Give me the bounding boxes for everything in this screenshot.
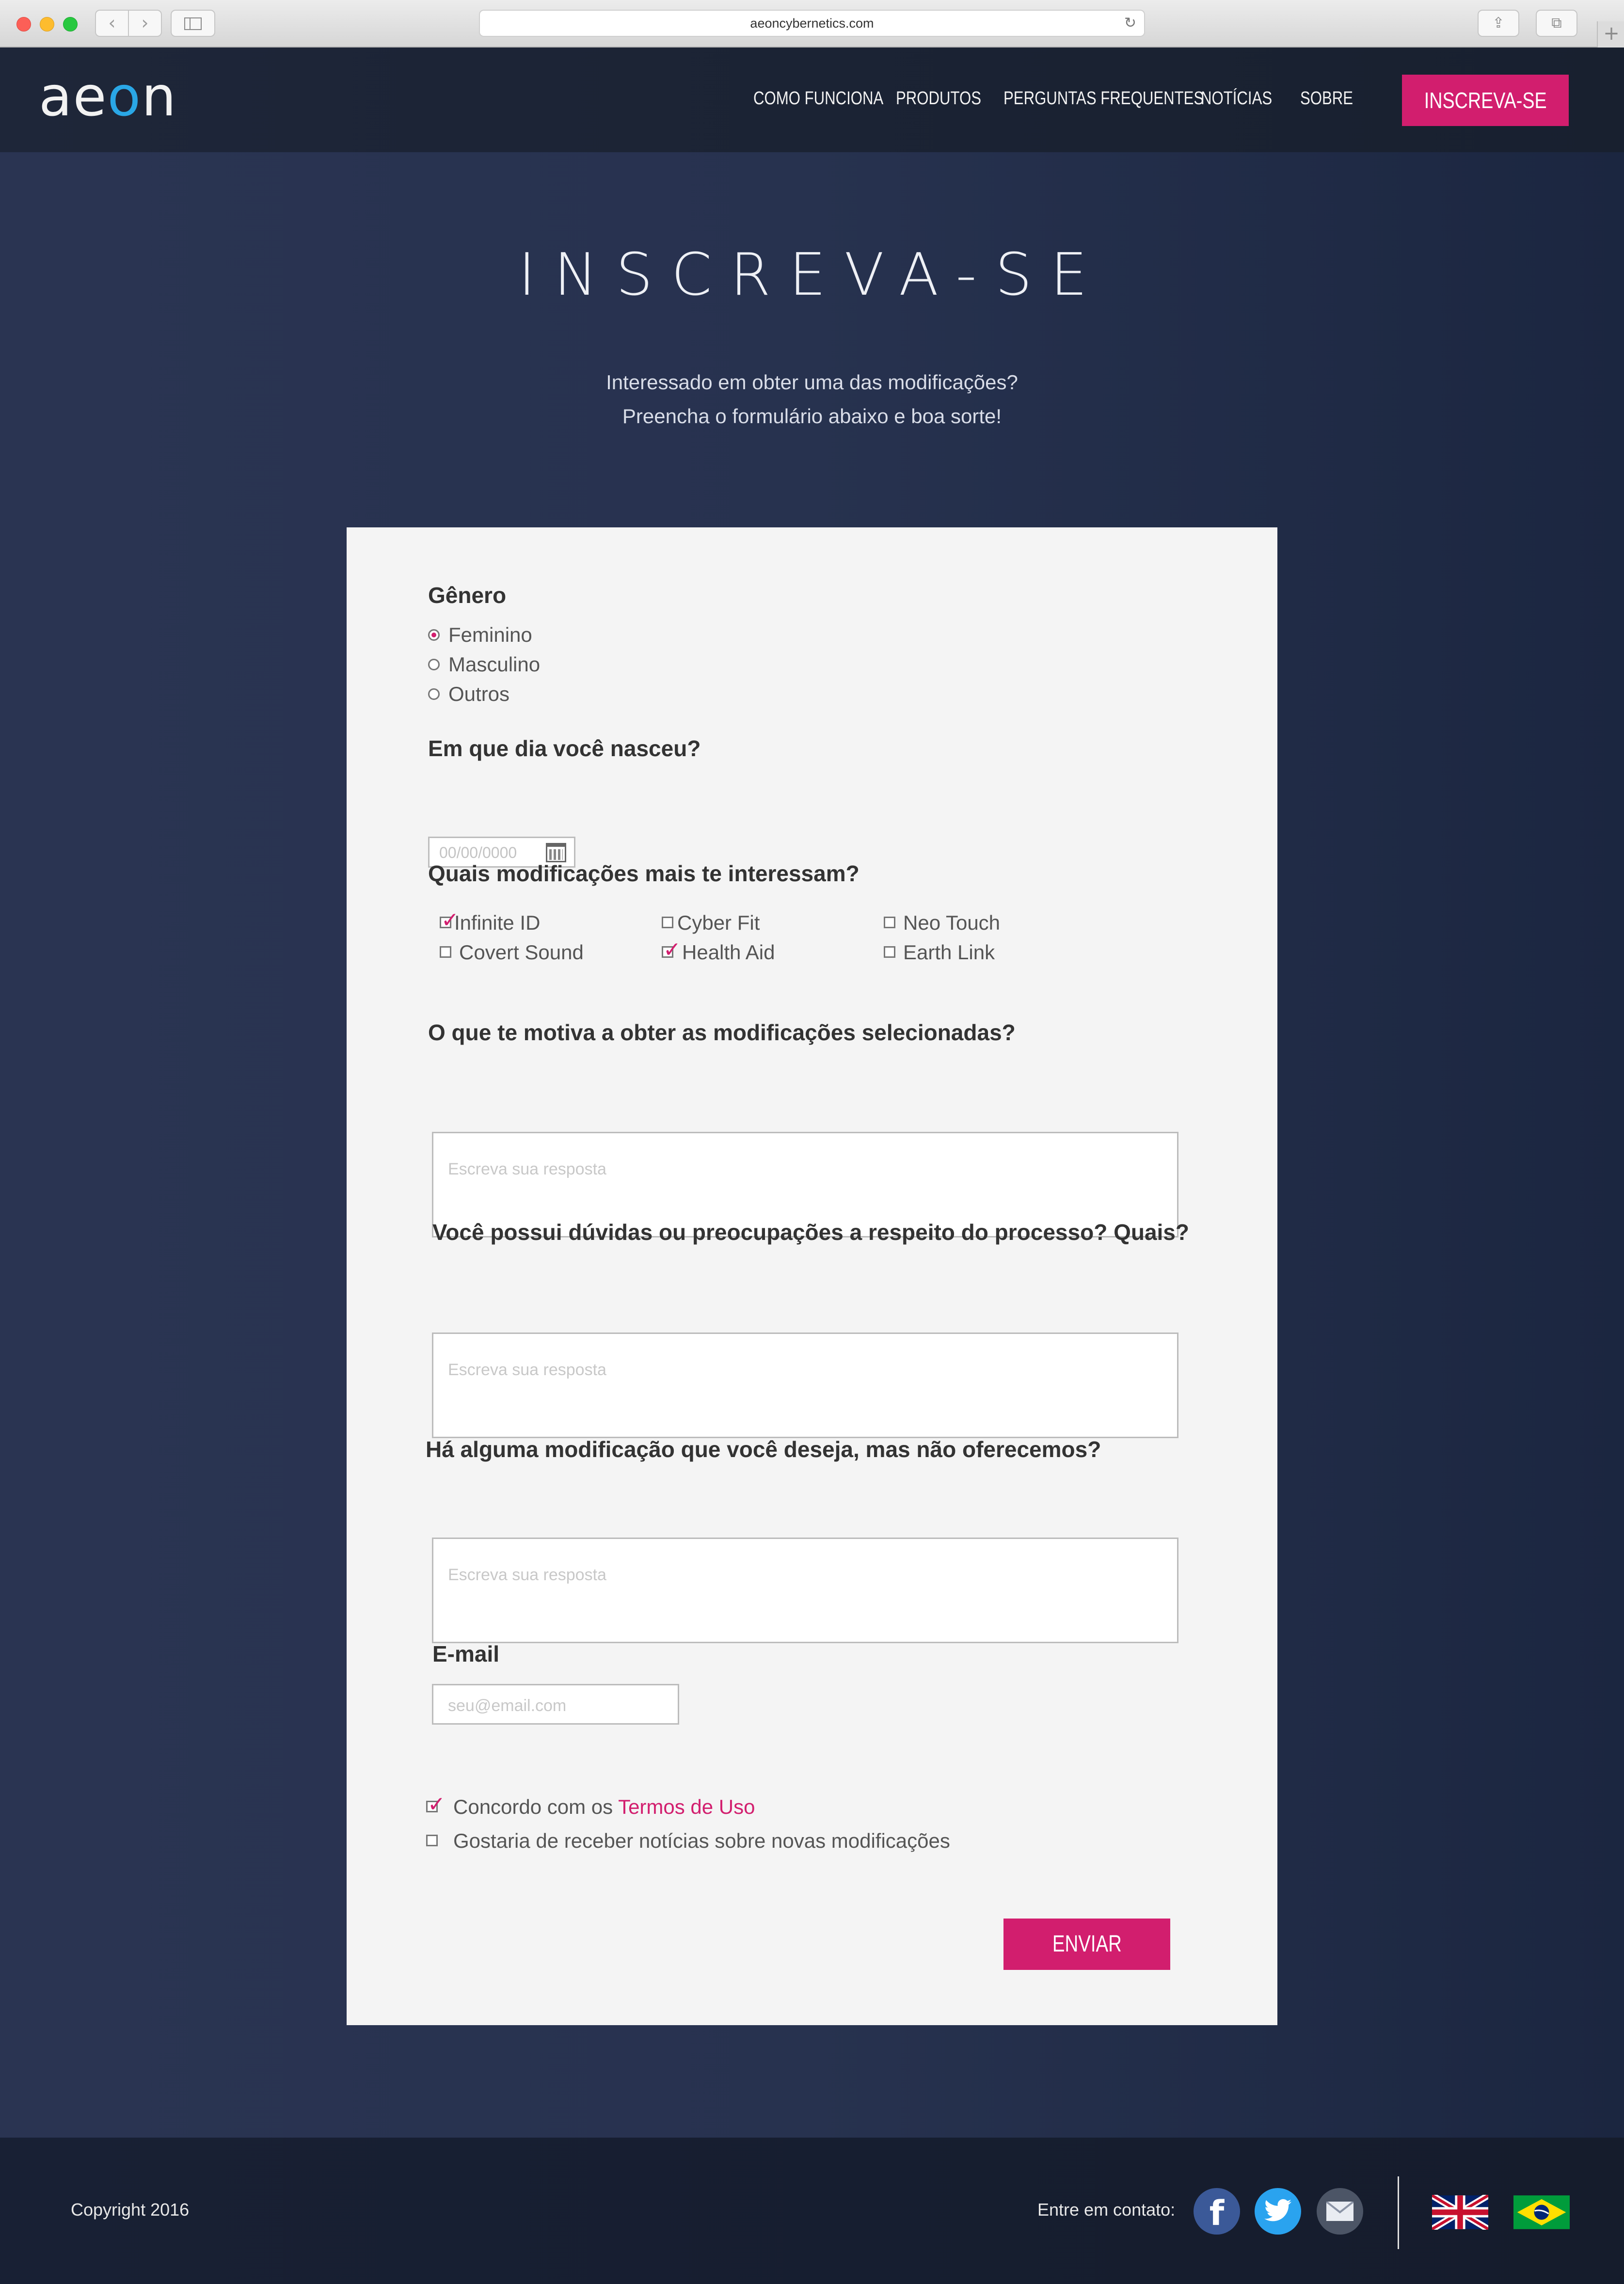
newsletter-checkbox[interactable]	[426, 1835, 438, 1846]
email-input[interactable]: seu@email.com	[432, 1684, 679, 1725]
radio-outros[interactable]	[428, 688, 440, 700]
nav-noticias[interactable]: NOTÍCIAS	[1201, 86, 1272, 111]
signup-nav-button[interactable]: INSCREVA-SE	[1402, 75, 1569, 126]
show-tabs-icon[interactable]: ⧉	[1536, 10, 1577, 37]
page-subtitle: Interessado em obter uma das modificaçõe…	[0, 365, 1624, 433]
wishes-textarea[interactable]: Escreva sua resposta	[432, 1538, 1178, 1643]
radio-label: Feminino	[448, 623, 532, 646]
checkbox-label: Health Aid	[682, 941, 775, 964]
nav-perguntas-frequentes[interactable]: PERGUNTAS FREQUENTES	[1003, 86, 1204, 111]
radio-label: Masculino	[448, 653, 541, 676]
minimize-window-button[interactable]	[40, 17, 54, 32]
share-icon[interactable]: ⇪	[1478, 10, 1519, 37]
email-placeholder: seu@email.com	[448, 1697, 567, 1715]
terms-text: Concordo com os Termos de Uso	[453, 1793, 755, 1821]
checkbox-neo-touch[interactable]	[884, 917, 895, 928]
checkbox-health-aid[interactable]	[662, 938, 681, 962]
textarea-placeholder: Escreva sua resposta	[448, 1361, 606, 1379]
aeon-logo[interactable]: aeon	[39, 70, 177, 124]
newsletter-label: Gostaria de receber notícias sobre novas…	[453, 1829, 950, 1852]
terms-checkbox[interactable]	[426, 1792, 446, 1817]
checkbox-label: Neo Touch	[903, 911, 1001, 934]
checkbox-label: Earth Link	[903, 941, 995, 964]
doubts-textarea[interactable]: Escreva sua resposta	[432, 1332, 1178, 1438]
checkbox-label: Covert Sound	[459, 941, 584, 964]
email-icon[interactable]	[1317, 2188, 1363, 2235]
contact-label: Entre em contato:	[1037, 2200, 1176, 2220]
checkbox-earth-link[interactable]	[884, 946, 895, 958]
radio-feminino[interactable]	[428, 629, 440, 641]
facebook-icon[interactable]: f	[1194, 2188, 1240, 2235]
address-bar[interactable]: aeoncybernetics.com ↻	[479, 10, 1145, 37]
new-tab-icon[interactable]: +	[1597, 21, 1624, 48]
gender-label: Gênero	[428, 583, 507, 608]
twitter-icon[interactable]	[1255, 2188, 1301, 2235]
site-header: aeon COMO FUNCIONA PRODUTOS PERGUNTAS FR…	[0, 48, 1624, 152]
nav-como-funciona[interactable]: COMO FUNCIONA	[753, 86, 883, 111]
checkbox-label: Infinite ID	[454, 911, 541, 934]
browser-toolbar: ‹ › aeoncybernetics.com ↻ ⇪ ⧉ +	[0, 0, 1624, 48]
sidebar-toggle-icon[interactable]	[171, 10, 215, 37]
uk-flag-icon[interactable]	[1430, 2192, 1490, 2232]
reload-icon[interactable]: ↻	[1124, 11, 1136, 36]
subtitle-line-2: Preencha o formulário abaixo e boa sorte…	[622, 405, 1002, 428]
terms-link[interactable]: Termos de Uso	[618, 1795, 755, 1818]
zoom-window-button[interactable]	[63, 17, 78, 32]
page: aeon COMO FUNCIONA PRODUTOS PERGUNTAS FR…	[0, 48, 1624, 2284]
forward-icon[interactable]: ›	[128, 10, 162, 37]
radio-masculino[interactable]	[428, 659, 440, 670]
birthdate-label: Em que dia você nasceu?	[428, 736, 701, 761]
terms-prefix: Concordo com os	[453, 1795, 619, 1818]
mods-label: Quais modificações mais te interessam?	[428, 861, 860, 886]
brazil-flag-icon[interactable]	[1513, 2195, 1570, 2230]
email-label: E-mail	[432, 1641, 500, 1666]
radio-label: Outros	[448, 682, 510, 705]
subtitle-line-1: Interessado em obter uma das modificaçõe…	[606, 371, 1018, 394]
copyright: Copyright 2016	[71, 2200, 190, 2220]
close-window-button[interactable]	[16, 17, 31, 32]
footer: Copyright 2016 Entre em contato: f	[0, 2138, 1624, 2284]
checkbox-label: Cyber Fit	[677, 911, 760, 934]
doubts-label: Você possui dúvidas ou preocupações a re…	[432, 1220, 1189, 1245]
page-title: INSCREVA-SE	[518, 241, 1106, 309]
checkbox-infinite-id[interactable]	[440, 908, 459, 933]
signup-form: Gênero Feminino Masculino Outros Em que …	[347, 527, 1277, 2025]
submit-button[interactable]: ENVIAR	[1003, 1919, 1170, 1970]
footer-divider	[1398, 2176, 1399, 2249]
submit-label: ENVIAR	[1052, 1931, 1122, 1957]
wishes-label: Há alguma modificação que você deseja, m…	[426, 1437, 1101, 1462]
signup-nav-label: INSCREVA-SE	[1424, 88, 1547, 113]
url-text: aeoncybernetics.com	[750, 16, 874, 31]
textarea-placeholder: Escreva sua resposta	[448, 1566, 606, 1584]
nav-sobre[interactable]: SOBRE	[1300, 86, 1353, 111]
textarea-placeholder: Escreva sua resposta	[448, 1160, 606, 1178]
back-icon[interactable]: ‹	[95, 10, 129, 37]
motivation-label: O que te motiva a obter as modificações …	[428, 1020, 1016, 1045]
checkbox-cyber-fit[interactable]	[662, 917, 673, 928]
nav-produtos[interactable]: PRODUTOS	[896, 86, 981, 111]
checkbox-covert-sound[interactable]	[440, 946, 451, 958]
